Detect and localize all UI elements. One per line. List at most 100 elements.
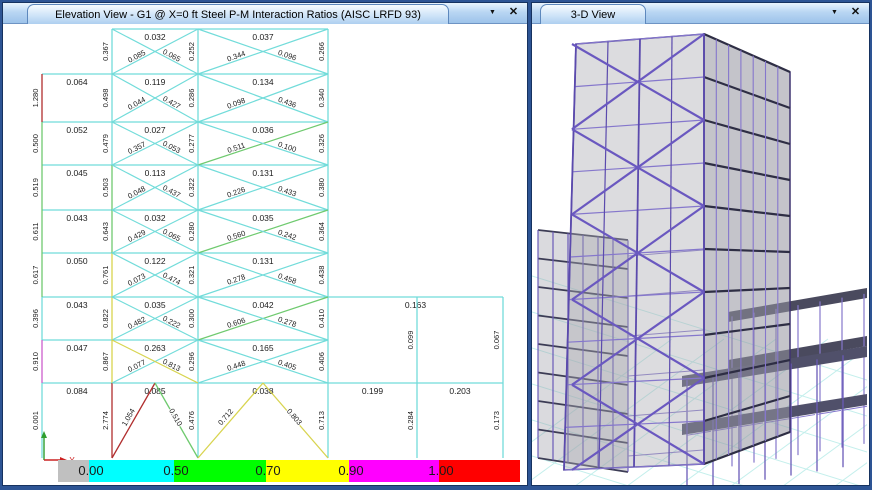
column-ratio-label: 0.713 [317, 411, 326, 430]
beam-ratio-label: 0.113 [145, 168, 166, 178]
application-window: { "window": { "left_pane_title": "Elevat… [0, 0, 872, 490]
window-menu-arrow-icon[interactable]: ▼ [484, 5, 501, 20]
brace-ratio-label: 0.085 [126, 48, 147, 65]
beam-ratio-label: 0.043 [66, 213, 88, 223]
brace-ratio-label: 0.222 [161, 314, 182, 330]
brace-ratio-label: 0.357 [126, 140, 147, 156]
legend-label-4: 1.00 [424, 463, 458, 478]
column-ratio-label: 0.476 [187, 411, 196, 430]
column-ratio-label: 0.364 [317, 222, 326, 241]
beam-ratio-label: 0.043 [66, 300, 88, 310]
brace-member[interactable] [198, 383, 263, 458]
column-ratio-label: 0.910 [31, 352, 40, 371]
close-icon[interactable]: ✕ [847, 5, 864, 20]
column-ratio-label: 0.321 [187, 266, 196, 285]
column-ratio-label: 0.519 [31, 178, 40, 197]
beam-ratio-label: 0.131 [252, 168, 274, 178]
beam-ratio-label: 0.163 [405, 300, 427, 310]
column-ratio-label: 0.498 [101, 89, 110, 108]
brace-ratio-label: 0.474 [161, 270, 182, 287]
column-ratio-label: 0.617 [31, 266, 40, 285]
beam-ratio-label: 0.165 [252, 343, 274, 353]
three-d-title: 3-D View [571, 9, 615, 21]
column-ratio-label: 0.406 [317, 352, 326, 371]
elevation-titlebar[interactable]: Elevation View - G1 @ X=0 ft Steel P-M I… [3, 3, 527, 24]
brace-ratio-label: 0.065 [161, 47, 182, 64]
beam-ratio-label: 0.035 [252, 213, 274, 223]
three-d-model-rendering[interactable] [532, 24, 867, 485]
brace-ratio-label: 0.803 [285, 407, 304, 427]
brace-ratio-label: 0.053 [161, 139, 182, 155]
beam-ratio-label: 0.047 [66, 343, 88, 353]
column-ratio-label: 0.438 [317, 266, 326, 285]
brace-ratio-label: 0.813 [161, 357, 182, 373]
brace-ratio-label: 0.073 [126, 271, 147, 288]
column-ratio-label: 0.326 [317, 134, 326, 153]
beam-ratio-label: 0.027 [144, 125, 166, 135]
legend-label-1: 0.50 [159, 463, 193, 478]
column-ratio-label: 0.277 [187, 134, 196, 153]
three-d-view-pane: 3-D View ▼ ✕ [531, 2, 870, 486]
column-ratio-label: 0.284 [406, 411, 415, 430]
column-ratio-label: 0.503 [101, 178, 110, 197]
three-d-title-tab[interactable]: 3-D View [540, 4, 646, 24]
close-icon[interactable]: ✕ [505, 5, 522, 20]
beam-ratio-label: 0.263 [144, 343, 166, 353]
column-ratio-label: 0.761 [101, 266, 110, 285]
column-ratio-label: 0.322 [187, 178, 196, 197]
brace-ratio-label: 0.429 [126, 228, 147, 244]
brace-ratio-label: 0.427 [161, 94, 182, 111]
window-menu-arrow-icon[interactable]: ▼ [826, 5, 843, 20]
column-ratio-label: 0.479 [101, 134, 110, 153]
column-ratio-label: 0.173 [492, 411, 501, 430]
beam-ratio-label: 0.131 [252, 256, 274, 266]
ratio-color-legend: 0.000.500.700.901.00 [58, 460, 520, 482]
elevation-frame-drawing[interactable]: 0.0320.0370.0640.1190.1340.0520.0270.036… [3, 24, 525, 464]
brace-member[interactable] [112, 383, 155, 458]
beam-ratio-label: 0.045 [66, 168, 88, 178]
three-d-canvas[interactable] [532, 24, 869, 485]
elevation-canvas[interactable]: 0.0320.0370.0640.1190.1340.0520.0270.036… [3, 24, 527, 485]
beam-ratio-label: 0.122 [144, 256, 166, 266]
column-ratio-label: 0.266 [317, 42, 326, 61]
beam-ratio-label: 0.084 [66, 386, 88, 396]
brace-ratio-label: 0.044 [126, 95, 147, 112]
column-ratio-label: 0.867 [101, 352, 110, 371]
brace-ratio-label: 1.054 [120, 407, 137, 428]
column-ratio-label: 0.340 [317, 89, 326, 108]
column-ratio-label: 0.280 [187, 222, 196, 241]
beam-ratio-label: 0.064 [66, 77, 88, 87]
three-d-titlebar[interactable]: 3-D View ▼ ✕ [532, 3, 869, 24]
column-ratio-label: 0.396 [31, 309, 40, 328]
brace-ratio-label: 0.482 [126, 315, 147, 331]
beam-ratio-label: 0.050 [66, 256, 88, 266]
elevation-title: Elevation View - G1 @ X=0 ft Steel P-M I… [55, 9, 421, 21]
brace-ratio-label: 0.437 [161, 183, 182, 200]
column-ratio-label: 0.252 [187, 42, 196, 61]
column-ratio-label: 0.067 [492, 331, 501, 350]
column-ratio-label: 0.286 [187, 89, 196, 108]
beam-ratio-label: 0.042 [252, 300, 274, 310]
beam-ratio-label: 0.037 [252, 32, 274, 42]
beam-ratio-label: 0.119 [145, 77, 166, 87]
legend-label-2: 0.70 [251, 463, 285, 478]
beam-ratio-label: 0.134 [252, 77, 274, 87]
elevation-view-pane: Elevation View - G1 @ X=0 ft Steel P-M I… [2, 2, 528, 486]
brace-ratio-label: 0.048 [126, 184, 147, 201]
brace-ratio-label: 0.510 [167, 407, 184, 428]
elevation-title-tab[interactable]: Elevation View - G1 @ X=0 ft Steel P-M I… [27, 4, 449, 24]
column-ratio-label: 0.822 [101, 309, 110, 328]
legend-label-3: 0.90 [334, 463, 368, 478]
brace-ratio-label: 0.077 [126, 358, 147, 374]
beam-ratio-label: 0.203 [449, 386, 471, 396]
column-ratio-label: 2.774 [101, 411, 110, 430]
column-ratio-label: 1.280 [31, 89, 40, 108]
column-ratio-label: 0.611 [31, 222, 40, 240]
column-ratio-label: 0.380 [317, 178, 326, 197]
beam-ratio-label: 0.052 [66, 125, 88, 135]
column-ratio-label: 0.001 [31, 411, 40, 430]
beam-ratio-label: 0.085 [144, 386, 166, 396]
beam-ratio-label: 0.032 [144, 32, 166, 42]
beam-ratio-label: 0.199 [362, 386, 384, 396]
beam-ratio-label: 0.035 [144, 300, 166, 310]
